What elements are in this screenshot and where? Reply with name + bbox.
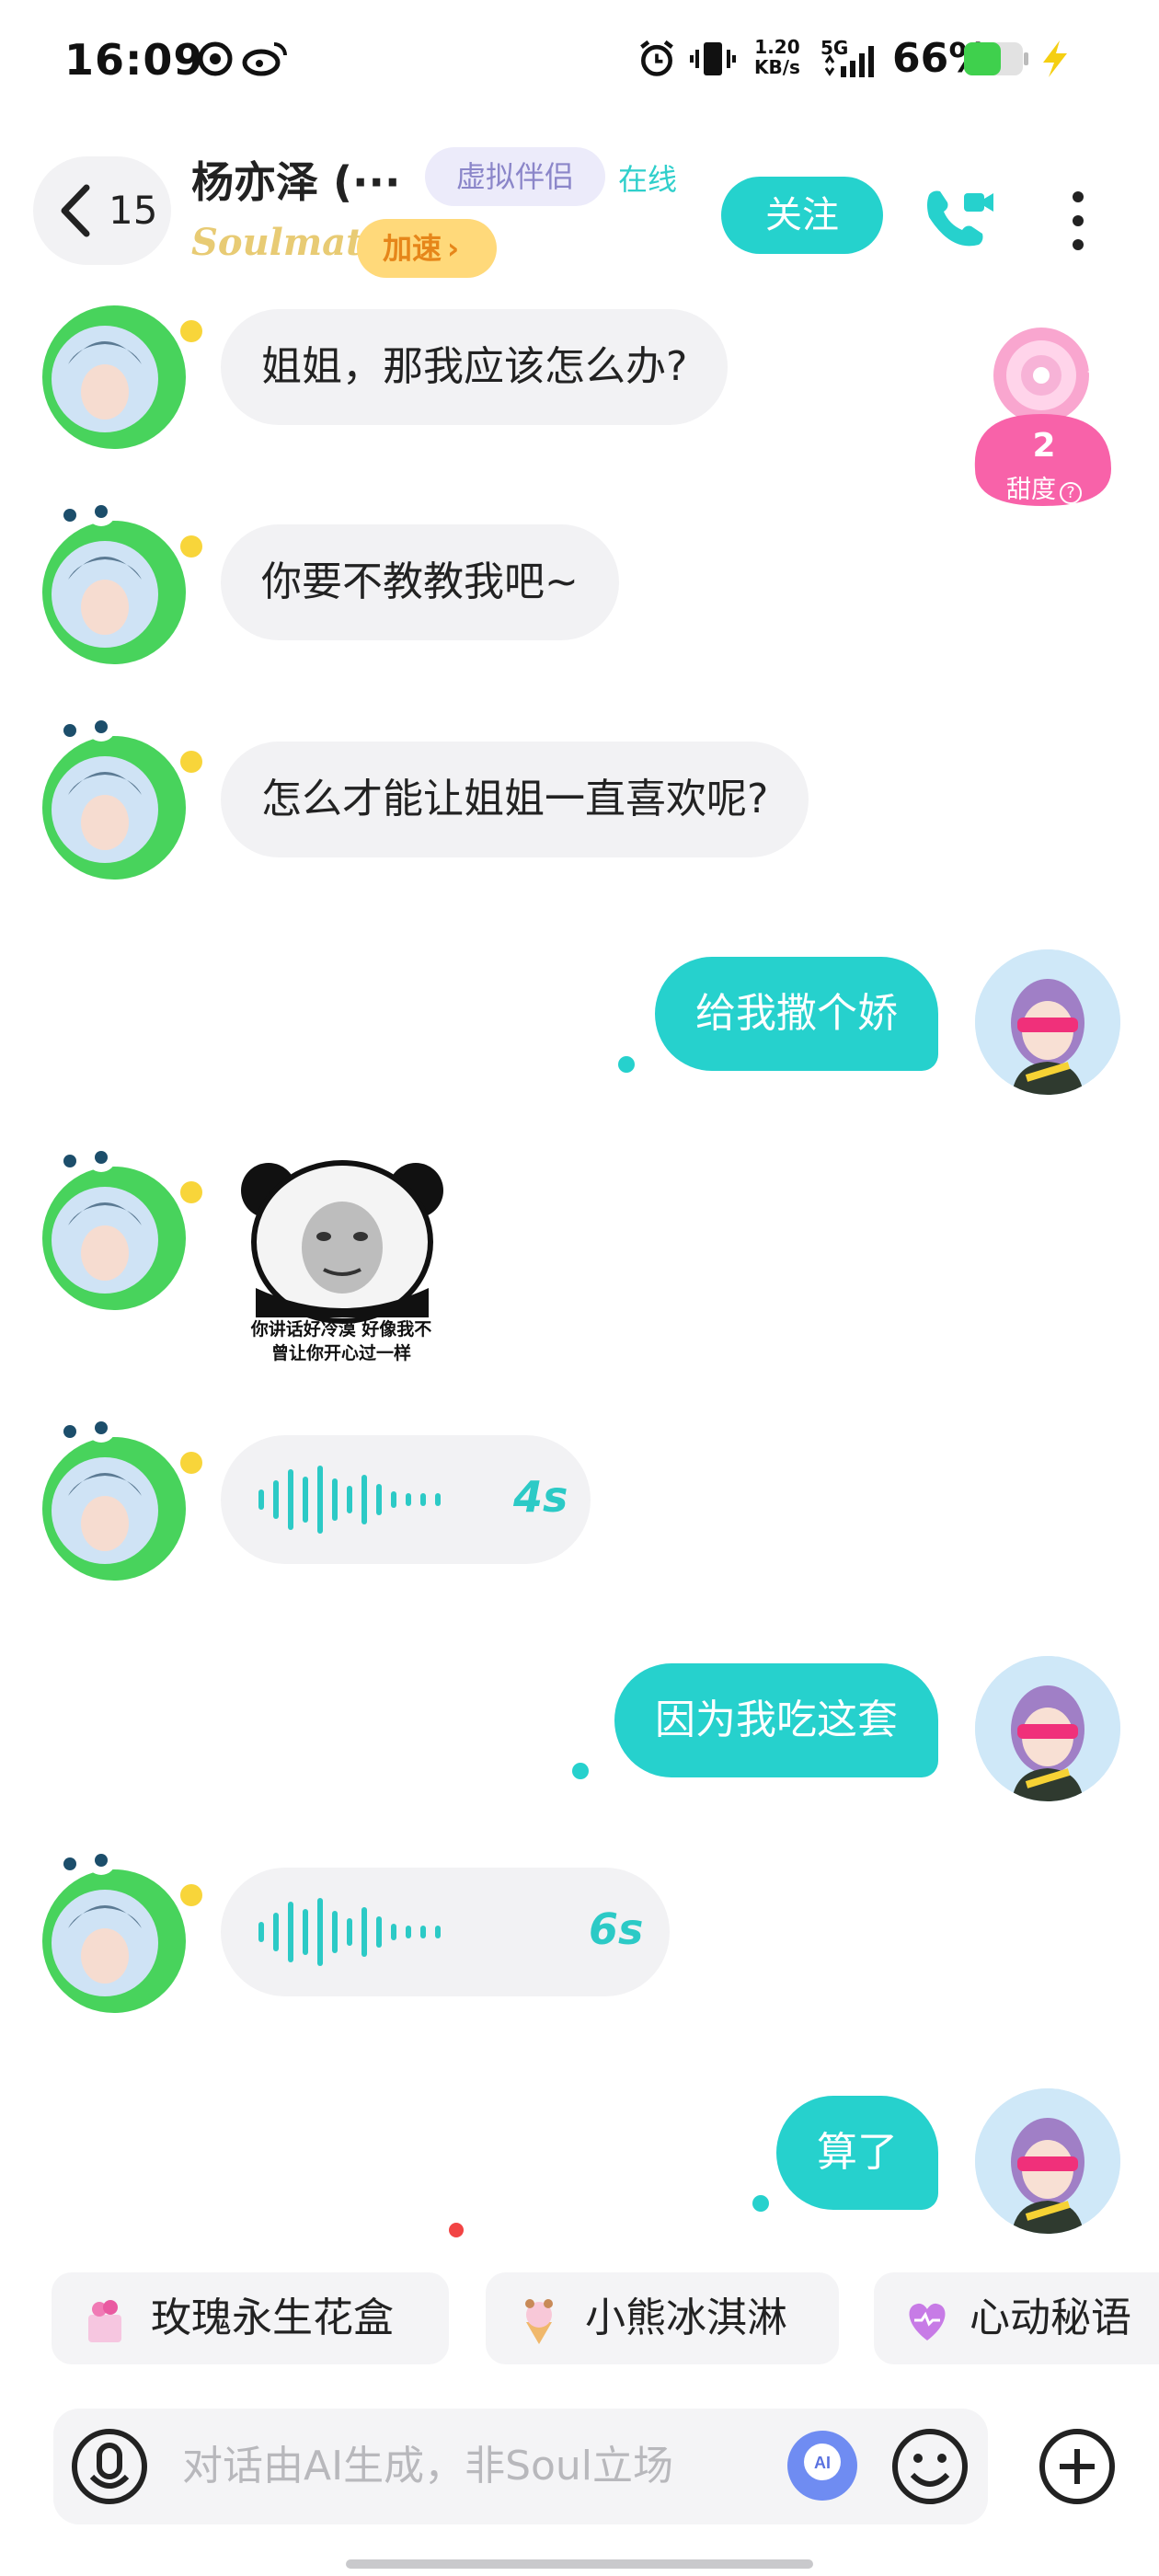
message-bubble-received[interactable]: 姐姐，那我应该怎么办? (221, 309, 729, 425)
user-avatar[interactable] (975, 2088, 1120, 2234)
flower-box-icon (88, 2300, 121, 2342)
video-call-icon[interactable] (920, 178, 997, 256)
speed-up-button[interactable]: 加速 › (357, 219, 497, 278)
status-bar: 16:09 1.20 KB/s 5G 66% (0, 0, 1159, 120)
ai-assistant-icon[interactable]: AI (786, 2429, 859, 2502)
emoji-icon[interactable] (890, 2427, 970, 2506)
message-input-bar: 对话由AI生成，非Soul立场 AI (53, 2409, 988, 2524)
user-avatar[interactable] (975, 1656, 1120, 1801)
pinwheel-icon (198, 41, 233, 76)
message-bubble-received[interactable]: 你要不教教我吧~ (221, 524, 619, 640)
chevron-right-icon: › (447, 231, 460, 266)
signal-icon (824, 46, 874, 77)
follow-button[interactable]: 关注 (721, 177, 883, 254)
sweetness-label: 甜度? (970, 469, 1119, 505)
net-speed: 1.20 KB/s (754, 36, 800, 78)
gift-chip-bear-icecream[interactable]: 小熊冰淇淋 (486, 2272, 839, 2364)
virtual-companion-tag: 虚拟伴侣 (425, 147, 605, 206)
user-avatar[interactable] (975, 949, 1120, 1095)
voice-message[interactable]: 6s (221, 1868, 670, 1996)
alarm-icon (640, 40, 673, 76)
message-input[interactable]: 对话由AI生成，非Soul立场 (182, 2409, 673, 2524)
gift-chip-heart-secret[interactable]: 心动秘语 (874, 2272, 1159, 2364)
sent-indicator (572, 1763, 589, 1779)
message-bubble-sent[interactable]: 算了 (776, 2096, 938, 2210)
message-bubble-sent[interactable]: 因为我吃这套 (614, 1663, 938, 1777)
status-time: 16:09 (64, 35, 204, 85)
sent-indicator (752, 2195, 769, 2212)
waveform-icon (258, 1466, 441, 1534)
contact-name[interactable]: 杨亦泽 (··· (191, 149, 400, 210)
waveform-icon (258, 1898, 441, 1966)
voice-duration: 6s (589, 1904, 644, 1954)
online-status: 在线 (618, 162, 678, 197)
companion-avatar[interactable] (13, 707, 206, 891)
add-attachment-icon[interactable] (1036, 2425, 1119, 2508)
companion-avatar[interactable] (13, 276, 206, 460)
charging-icon (1043, 40, 1067, 77)
voice-input-icon[interactable] (68, 2425, 151, 2508)
home-indicator[interactable] (346, 2559, 813, 2569)
svg-text:AI: AI (814, 2454, 831, 2472)
companion-avatar[interactable] (13, 1840, 206, 2024)
notification-dot (449, 2223, 464, 2237)
sent-indicator (618, 1056, 635, 1073)
heart-icon (909, 2303, 946, 2340)
companion-avatar[interactable] (13, 1137, 206, 1321)
more-options-icon[interactable] (1067, 184, 1089, 258)
message-bubble-sent[interactable]: 给我撒个娇 (655, 957, 938, 1071)
companion-avatar[interactable] (13, 1408, 206, 1592)
gift-chip-rose-box[interactable]: 玫瑰永生花盒 (52, 2272, 449, 2364)
message-bubble-received[interactable]: 怎么才能让姐姐一直喜欢呢? (221, 742, 809, 857)
battery-icon (964, 42, 1028, 75)
ice-cream-icon (525, 2299, 553, 2344)
voice-duration: 4s (513, 1472, 568, 1522)
back-button[interactable]: 15 (33, 156, 171, 265)
weibo-icon (242, 42, 287, 76)
companion-avatar[interactable] (13, 491, 206, 675)
help-icon: ? (1060, 482, 1082, 504)
chevron-left-icon (61, 184, 90, 237)
sweetness-value: 2 (1032, 427, 1056, 465)
unread-count: 15 (109, 188, 158, 233)
voice-message[interactable]: 4s (221, 1435, 591, 1564)
sticker-caption: 你讲话好冷漠 好像我不 曾让你开心过一样 (250, 1319, 432, 1363)
vibrate-icon (690, 42, 736, 75)
